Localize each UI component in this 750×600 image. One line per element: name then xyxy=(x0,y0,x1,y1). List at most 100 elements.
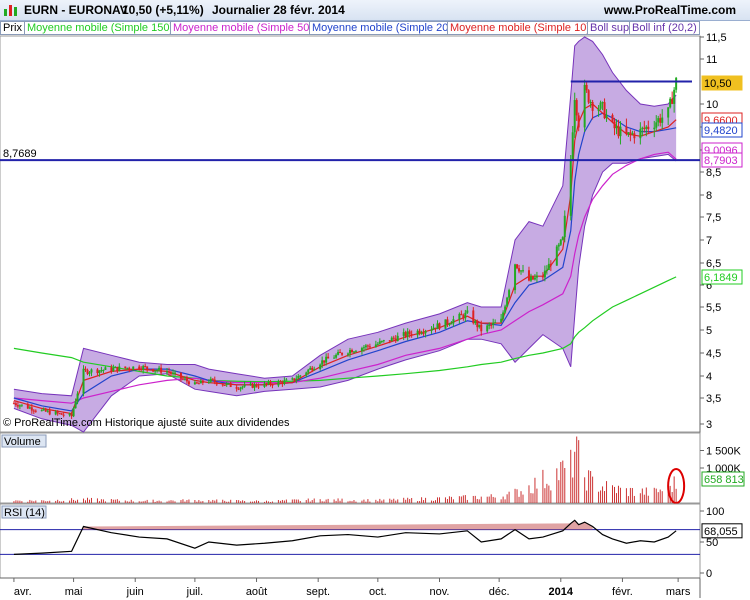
candle-body xyxy=(269,381,272,385)
candle-body xyxy=(653,127,656,130)
candle-body xyxy=(601,102,604,104)
candle-body xyxy=(140,369,143,371)
price-tag-label: 9,4820 xyxy=(704,125,738,137)
title-bar: EURN - EURONAV 10,50 (+5,11%) Journalier… xyxy=(0,0,750,21)
candle-body xyxy=(368,346,371,348)
candle-body xyxy=(48,410,51,415)
candle-body xyxy=(44,408,47,412)
candle-body xyxy=(506,297,509,307)
x-tick-label: déc. xyxy=(489,586,510,598)
candle-body xyxy=(436,323,439,330)
candle-body xyxy=(154,370,157,372)
candle-body xyxy=(309,367,312,370)
candle-body xyxy=(476,320,479,328)
support-line-label: 8,7689 xyxy=(3,148,37,160)
price-panel: 3 3,5 4 4,5 5 5,5 6 6,5 7 7,5 8 8,5 9 9,5 10 11 11,5 8,76… xyxy=(0,32,743,598)
candle-body xyxy=(388,340,391,342)
candle-body xyxy=(643,127,646,129)
indicator-legend: Prix Moyenne mobile (Simple 150) Moyenne… xyxy=(0,20,700,36)
candle-body xyxy=(527,270,530,281)
candle-body xyxy=(156,370,159,372)
candle-body xyxy=(416,330,419,336)
candle-body xyxy=(675,77,678,90)
legend-sma50[interactable]: Moyenne mobile (Simple 50) xyxy=(170,21,317,35)
candle-body xyxy=(323,360,326,363)
candle-body xyxy=(474,320,477,324)
candle-body xyxy=(364,345,367,348)
price-tag-box xyxy=(701,269,743,285)
candle-body xyxy=(158,367,161,371)
price-tick-label: 4,5 xyxy=(706,348,721,360)
candle-body xyxy=(249,383,252,385)
candle-body xyxy=(462,315,465,319)
candle-body xyxy=(349,350,351,354)
legend-sma150[interactable]: Moyenne mobile (Simple 150) xyxy=(24,21,177,35)
candle-body xyxy=(221,384,224,386)
rsi-title: RSI (14) xyxy=(4,507,45,519)
x-tick-label: juin xyxy=(126,586,144,598)
x-tick-label: 2014 xyxy=(549,586,574,598)
legend-sma20[interactable]: Moyenne mobile (Simple 20) xyxy=(309,21,456,35)
price-tag: 9,0096 xyxy=(701,142,743,158)
site-label[interactable]: www.ProRealTime.com xyxy=(604,3,736,17)
candle-body xyxy=(126,367,129,369)
candle-body xyxy=(500,318,503,323)
candle-body xyxy=(597,108,600,111)
candle-body xyxy=(611,114,614,122)
price-tick-label: 8 xyxy=(706,190,712,202)
candle-body xyxy=(283,380,286,384)
candle-body xyxy=(211,378,214,380)
candle-body xyxy=(563,215,566,238)
rsi-title-box xyxy=(1,505,47,519)
price-tag-box xyxy=(701,112,743,128)
candle-body xyxy=(472,310,475,324)
candle-body xyxy=(142,366,145,370)
candle-body xyxy=(464,312,467,319)
candle-body xyxy=(313,369,316,371)
candle-body xyxy=(241,386,244,388)
candle-body xyxy=(424,330,427,334)
rsi-line xyxy=(13,519,677,555)
legend-sma10[interactable]: Moyenne mobile (Simple 10) xyxy=(447,21,594,35)
candle-body xyxy=(339,352,342,354)
legend-price[interactable]: Prix xyxy=(0,21,25,35)
price-tag-box xyxy=(701,152,743,168)
candle-body xyxy=(201,380,204,383)
candle-body xyxy=(207,381,210,383)
candle-body xyxy=(659,118,662,123)
candle-body xyxy=(215,382,218,385)
x-tick-label: avr. xyxy=(14,586,32,598)
legend-boll-inf[interactable]: Boll inf (20,2) xyxy=(629,21,700,35)
price-change: 10,50 (+5,11%) xyxy=(122,3,204,17)
candle-body xyxy=(130,369,133,371)
volume-tick-label: 1 500K xyxy=(706,446,742,458)
candle-body xyxy=(32,410,35,412)
legend-boll-sup[interactable]: Boll sup xyxy=(587,21,633,35)
candle-body xyxy=(390,337,393,342)
candle-body xyxy=(543,270,546,278)
x-tick-label: nov. xyxy=(429,586,449,598)
candle-body xyxy=(545,270,548,272)
volume-last-label: 658 813 xyxy=(704,474,744,486)
candle-body xyxy=(70,413,73,417)
candle-body xyxy=(575,100,578,116)
candle-body xyxy=(432,327,435,330)
candle-body xyxy=(394,338,397,342)
candle-body xyxy=(589,102,592,104)
candle-body xyxy=(297,376,300,379)
candle-body xyxy=(335,354,338,358)
candle-body xyxy=(422,333,425,335)
candle-body xyxy=(98,370,101,374)
candle-body xyxy=(40,410,43,412)
candle-body xyxy=(518,268,521,272)
candle-body xyxy=(661,117,664,123)
candle-body xyxy=(279,381,282,383)
candle-body xyxy=(291,378,294,380)
sma20-line xyxy=(13,112,677,412)
price-tag: 6,1849 xyxy=(701,269,743,285)
candle-body xyxy=(255,384,258,387)
candle-body xyxy=(490,324,493,326)
candle-body xyxy=(420,333,423,335)
candle-body xyxy=(84,368,87,370)
candle-body xyxy=(185,378,188,382)
